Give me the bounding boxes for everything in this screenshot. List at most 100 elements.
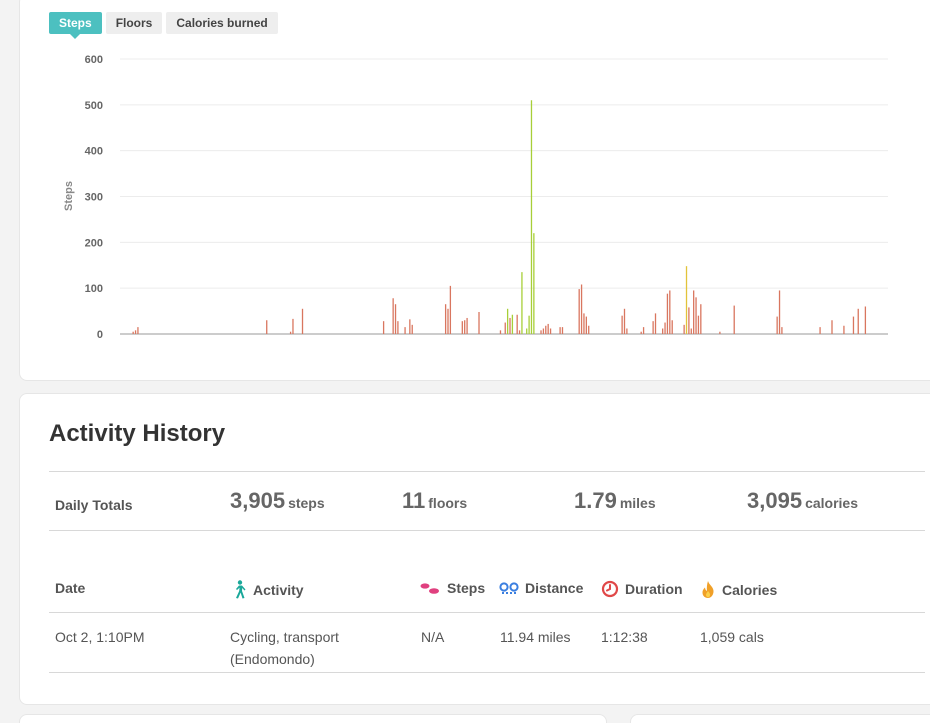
chart-bar (623, 308, 626, 334)
chart-bar (542, 328, 545, 334)
y-axis-label: Steps (63, 181, 75, 211)
bottom-card-right (630, 714, 930, 723)
chart-bar (530, 100, 533, 334)
chart-bar (852, 316, 855, 334)
column-header-distance-label: Distance (525, 580, 584, 596)
chart-bar (693, 290, 695, 334)
total-steps: 3,905 steps (230, 488, 325, 514)
chart-bar (588, 325, 590, 334)
chart-bar (719, 331, 721, 334)
y-tick-label: 200 (85, 237, 103, 249)
chart-bar (685, 266, 688, 334)
chart-bar (695, 297, 697, 334)
column-header-steps-label: Steps (447, 580, 486, 596)
total-floors-unit: floors (428, 495, 468, 511)
chart-bar (662, 328, 664, 334)
chart-bar (690, 328, 692, 334)
chart-bar (504, 322, 506, 334)
total-calories: 3,095 calories (747, 488, 858, 514)
column-header-duration-label: Duration (625, 581, 683, 597)
activity-history-card: Activity History Daily Totals 3,905 steps… (19, 393, 930, 705)
column-header-steps[interactable]: Steps (420, 580, 485, 596)
total-miles-unit: miles (619, 495, 656, 511)
chart-bar (864, 306, 867, 334)
chart-bar (464, 320, 466, 334)
chart-bar (528, 315, 530, 334)
chart-bar (583, 313, 585, 334)
column-header-calories-label: Calories (722, 581, 778, 598)
y-tick-label: 100 (85, 283, 103, 295)
chart-bar (831, 320, 833, 334)
chart-bar (411, 324, 413, 334)
activity-history-title: Activity History (49, 420, 226, 447)
chart-bar (137, 327, 139, 334)
route-pins-icon (499, 582, 519, 594)
chart-bar (466, 317, 468, 334)
chart-bar (671, 320, 673, 334)
chart-bar (540, 330, 542, 334)
divider (49, 530, 925, 531)
chart-bar (697, 315, 700, 334)
y-tick-label: 400 (85, 146, 103, 158)
column-header-duration[interactable]: Duration (601, 580, 683, 598)
total-floors: 11 floors (402, 488, 467, 514)
chart-bar (549, 328, 552, 334)
chart-bar (578, 289, 580, 334)
chart-bar (289, 331, 292, 334)
chart-bar (132, 331, 134, 334)
chart-bar (669, 290, 671, 334)
chart-bar (382, 321, 385, 334)
column-header-calories[interactable]: Calories (700, 580, 777, 599)
chart-bar (559, 327, 561, 334)
chart-bar (134, 330, 137, 334)
y-tick-label: 0 (97, 329, 103, 341)
chart-bar (580, 284, 583, 334)
chart-bar (664, 322, 666, 334)
chart-bar (447, 308, 449, 334)
chart-bar (394, 304, 397, 334)
chart-bar (819, 327, 821, 334)
chart-bar (449, 285, 452, 334)
y-tick-label: 300 (85, 192, 103, 204)
daily-totals-label: Daily Totals (55, 497, 133, 513)
total-miles: 1.79 miles (574, 488, 656, 514)
row-activity-name: Cycling, transport (230, 629, 339, 645)
chart-bar (397, 321, 399, 334)
column-header-date[interactable]: Date (55, 580, 85, 596)
chart-bar (511, 314, 514, 334)
chart-bar (776, 316, 778, 334)
total-calories-value: 3,095 (747, 488, 803, 513)
clock-icon (601, 580, 619, 598)
column-header-distance[interactable]: Distance (499, 580, 583, 596)
chart-bar (547, 323, 549, 334)
column-header-date-label: Date (55, 580, 86, 596)
chart-bar (778, 290, 781, 334)
total-miles-value: 1.79 (574, 488, 617, 513)
chart-bar (478, 312, 480, 334)
chart-bar (654, 313, 657, 334)
chart-bar (621, 315, 623, 334)
chart-bar (521, 272, 523, 334)
chart-bar (683, 324, 685, 334)
chart-bar (585, 316, 587, 334)
chart-bar (266, 320, 268, 334)
total-floors-value: 11 (402, 488, 426, 513)
chart-bar (843, 325, 845, 334)
chart-bar (666, 293, 669, 334)
divider (49, 471, 925, 472)
chart-bar (404, 327, 406, 334)
chart-bar (509, 317, 511, 334)
chart-bar (499, 330, 502, 334)
chart-bar (518, 330, 521, 334)
column-header-activity-label: Activity (253, 581, 304, 598)
column-header-activity[interactable]: Activity (232, 580, 304, 599)
total-calories-unit: calories (805, 495, 858, 511)
chart-bar (733, 305, 735, 334)
row-activity[interactable]: Cycling, transport (Endomondo) (230, 626, 339, 670)
chart-bar (626, 328, 628, 334)
bottom-card-left (19, 714, 607, 723)
row-calories: 1,059 cals (700, 629, 764, 645)
chart-bar (526, 328, 528, 334)
chart-bar (461, 321, 463, 334)
flame-icon (702, 581, 714, 598)
